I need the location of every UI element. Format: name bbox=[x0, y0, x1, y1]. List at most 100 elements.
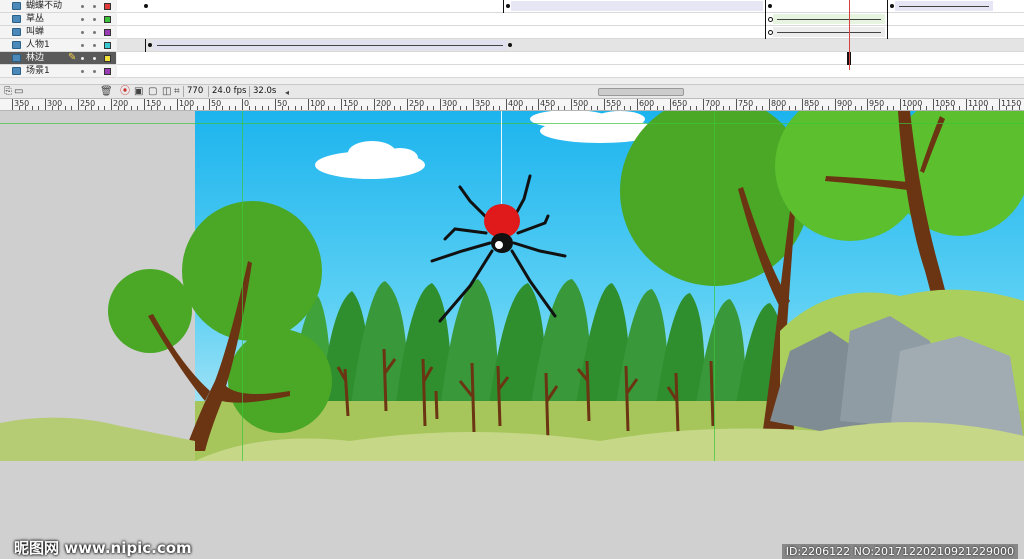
layer-color-swatch[interactable] bbox=[104, 55, 111, 62]
timeline-panel: 蝴蝶不动 草丛 叫蝉 人物1 林边 ✎ 场景1 bbox=[0, 0, 1024, 84]
motion-tween[interactable] bbox=[773, 14, 885, 24]
visibility-dot-icon[interactable] bbox=[81, 31, 84, 34]
ruler-major-tick bbox=[571, 99, 572, 110]
layer-row[interactable]: 草丛 bbox=[0, 13, 1024, 26]
visibility-dot-icon[interactable] bbox=[81, 57, 84, 60]
visibility-dot-icon[interactable] bbox=[81, 18, 84, 21]
layer-frames[interactable] bbox=[117, 52, 1024, 65]
lock-dot-icon[interactable] bbox=[93, 70, 96, 73]
ruler-minor-tick bbox=[789, 106, 790, 110]
ruler-minor-tick bbox=[361, 106, 362, 110]
ruler-minor-tick bbox=[118, 106, 119, 110]
ruler-minor-tick bbox=[453, 106, 454, 110]
layer-cell[interactable]: 人物1 bbox=[0, 39, 116, 52]
ruler-minor-tick bbox=[98, 106, 99, 110]
playhead[interactable] bbox=[849, 0, 850, 70]
ruler-minor-tick bbox=[842, 106, 843, 110]
edit-multiple-frames-icon[interactable]: ◫ bbox=[162, 87, 171, 97]
lock-dot-icon[interactable] bbox=[93, 18, 96, 21]
keyframe-icon[interactable] bbox=[148, 43, 152, 47]
layer-cell[interactable]: 草丛 bbox=[0, 13, 116, 26]
ruler-minor-tick bbox=[624, 106, 625, 110]
motion-tween[interactable] bbox=[773, 27, 885, 37]
layer-cell[interactable]: 林边 ✎ bbox=[0, 52, 116, 65]
layer-row[interactable]: 叫蝉 bbox=[0, 26, 1024, 39]
ruler-minor-tick bbox=[348, 106, 349, 110]
layer-color-swatch[interactable] bbox=[104, 68, 111, 75]
ruler-minor-tick bbox=[460, 106, 461, 110]
layer-row[interactable]: 蝴蝶不动 bbox=[0, 0, 1024, 13]
layer-row[interactable]: 场景1 bbox=[0, 65, 1024, 78]
ruler-label: 700 bbox=[705, 99, 721, 108]
guide-line[interactable] bbox=[0, 123, 1024, 124]
motion-tween[interactable] bbox=[511, 1, 763, 11]
ruler-label: 350 bbox=[475, 99, 491, 108]
onion-outline-icon[interactable]: ▢ bbox=[148, 87, 157, 97]
layer-frames[interactable] bbox=[117, 0, 1024, 13]
ruler-minor-tick bbox=[663, 106, 664, 110]
onion-skin-icon[interactable]: ▣ bbox=[134, 87, 143, 97]
ruler-minor-tick bbox=[288, 106, 289, 110]
lock-dot-icon[interactable] bbox=[93, 44, 96, 47]
motion-tween[interactable] bbox=[895, 1, 993, 11]
ruler-minor-tick bbox=[822, 106, 823, 110]
lock-dot-icon[interactable] bbox=[93, 5, 96, 8]
visibility-dot-icon[interactable] bbox=[81, 5, 84, 8]
keyframe-icon[interactable] bbox=[508, 43, 512, 47]
keyframe-icon[interactable] bbox=[768, 4, 772, 8]
layer-cell[interactable]: 蝴蝶不动 bbox=[0, 0, 116, 13]
ruler-minor-tick bbox=[880, 106, 881, 110]
scroll-left-icon[interactable]: ◂ bbox=[285, 88, 289, 98]
lock-dot-icon[interactable] bbox=[93, 31, 96, 34]
current-frame-field: 770 bbox=[183, 86, 206, 97]
new-folder-icon[interactable]: ▭ bbox=[14, 87, 23, 97]
modify-onion-markers-icon[interactable]: ⌗ bbox=[174, 87, 180, 97]
visibility-dot-icon[interactable] bbox=[81, 70, 84, 73]
layer-color-swatch[interactable] bbox=[104, 3, 111, 10]
ruler-minor-tick bbox=[644, 106, 645, 110]
ruler-minor-tick bbox=[828, 106, 829, 110]
keyframe-icon[interactable] bbox=[506, 4, 510, 8]
ruler-label: 200 bbox=[376, 99, 392, 108]
layer-frames[interactable] bbox=[117, 26, 1024, 39]
center-frame-icon[interactable]: ⦿ bbox=[120, 87, 130, 97]
layer-color-swatch[interactable] bbox=[104, 29, 111, 36]
layer-cell[interactable]: 场景1 bbox=[0, 65, 116, 78]
ruler-major-tick bbox=[538, 99, 539, 110]
ruler-minor-tick bbox=[229, 106, 230, 110]
ruler-minor-tick bbox=[650, 106, 651, 110]
visibility-dot-icon[interactable] bbox=[81, 44, 84, 47]
motion-tween[interactable] bbox=[153, 40, 507, 50]
keyframe-divider bbox=[765, 26, 766, 39]
layer-color-swatch[interactable] bbox=[104, 16, 111, 23]
guide-line[interactable] bbox=[714, 111, 715, 461]
ruler-label: 150 bbox=[343, 99, 359, 108]
layer-color-swatch[interactable] bbox=[104, 42, 111, 49]
trash-icon[interactable]: 🗑 bbox=[100, 87, 113, 97]
ruler-label: 750 bbox=[738, 99, 754, 108]
ruler-minor-tick bbox=[926, 106, 927, 110]
guide-line[interactable] bbox=[242, 111, 243, 461]
stage-canvas[interactable] bbox=[0, 111, 1024, 461]
keyframe-icon[interactable] bbox=[144, 4, 148, 8]
layer-row-selected[interactable]: 林边 ✎ bbox=[0, 52, 1024, 65]
ruler-minor-tick bbox=[65, 106, 66, 110]
new-layer-icon[interactable]: ⎘ bbox=[4, 87, 12, 97]
ruler-minor-tick bbox=[447, 106, 448, 110]
layer-frames[interactable] bbox=[117, 13, 1024, 26]
timeline-horizontal-scrollbar[interactable] bbox=[598, 88, 684, 96]
ruler-major-tick bbox=[703, 99, 704, 110]
frame-rate-field[interactable]: 24.0 fps bbox=[208, 86, 249, 97]
ruler-minor-tick bbox=[164, 106, 165, 110]
layer-frames[interactable] bbox=[117, 65, 1024, 78]
keyframe-icon[interactable] bbox=[890, 4, 894, 8]
layer-cell[interactable]: 叫蝉 bbox=[0, 26, 116, 39]
ruler-minor-tick bbox=[776, 106, 777, 110]
ruler-minor-tick bbox=[723, 106, 724, 110]
layer-row[interactable]: 人物1 bbox=[0, 39, 1024, 52]
layer-frames[interactable] bbox=[117, 39, 1024, 52]
lock-dot-icon[interactable] bbox=[93, 57, 96, 60]
ruler-major-tick bbox=[275, 99, 276, 110]
ruler-label: 550 bbox=[606, 99, 622, 108]
ruler-label: 800 bbox=[771, 99, 787, 108]
